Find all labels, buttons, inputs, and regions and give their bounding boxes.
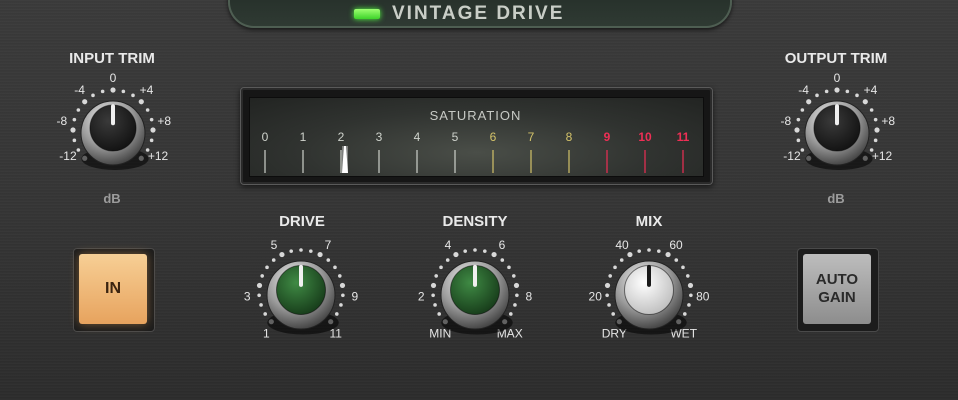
auto-gain-button[interactable]: AUTO GAIN: [803, 254, 871, 324]
mix-scale-tick: [683, 312, 687, 316]
mix-scale-tick: [681, 265, 685, 270]
mix-knob[interactable]: DRY2040 6080WET: [0, 0, 958, 400]
auto-gain-label-line1: AUTO: [815, 271, 859, 288]
mix-scale-label: 40: [615, 238, 629, 252]
mix-scale-tick: [647, 248, 651, 252]
mix-scale-tick: [611, 312, 615, 316]
auto-gain-label-line2: GAIN: [818, 289, 856, 306]
mix-scale-tick: [613, 265, 617, 270]
mix-scale-tick: [689, 293, 693, 298]
mix-scale-label: 20: [589, 290, 603, 304]
mix-scale-tick: [687, 303, 691, 307]
in-button-label: IN: [105, 280, 121, 297]
in-bypass-button[interactable]: IN: [79, 254, 147, 324]
mix-scale-tick: [686, 274, 690, 278]
mix-scale-tick: [687, 282, 694, 289]
mix-scale-tick: [607, 303, 611, 307]
mix-scale-tick: [608, 274, 612, 278]
mix-scale-tick: [637, 249, 641, 253]
mix-scale-label: 60: [669, 238, 683, 252]
mix-scale-tick: [604, 282, 611, 289]
mix-scale-tick: [674, 258, 679, 262]
mix-scale-tick: [657, 249, 661, 253]
mix-scale-label: 80: [696, 290, 710, 304]
mix-scale-tick: [665, 251, 671, 258]
mix-scale-tick: [627, 251, 633, 258]
mix-scale-tick: [619, 258, 624, 262]
mix-scale-tick: [605, 293, 609, 298]
